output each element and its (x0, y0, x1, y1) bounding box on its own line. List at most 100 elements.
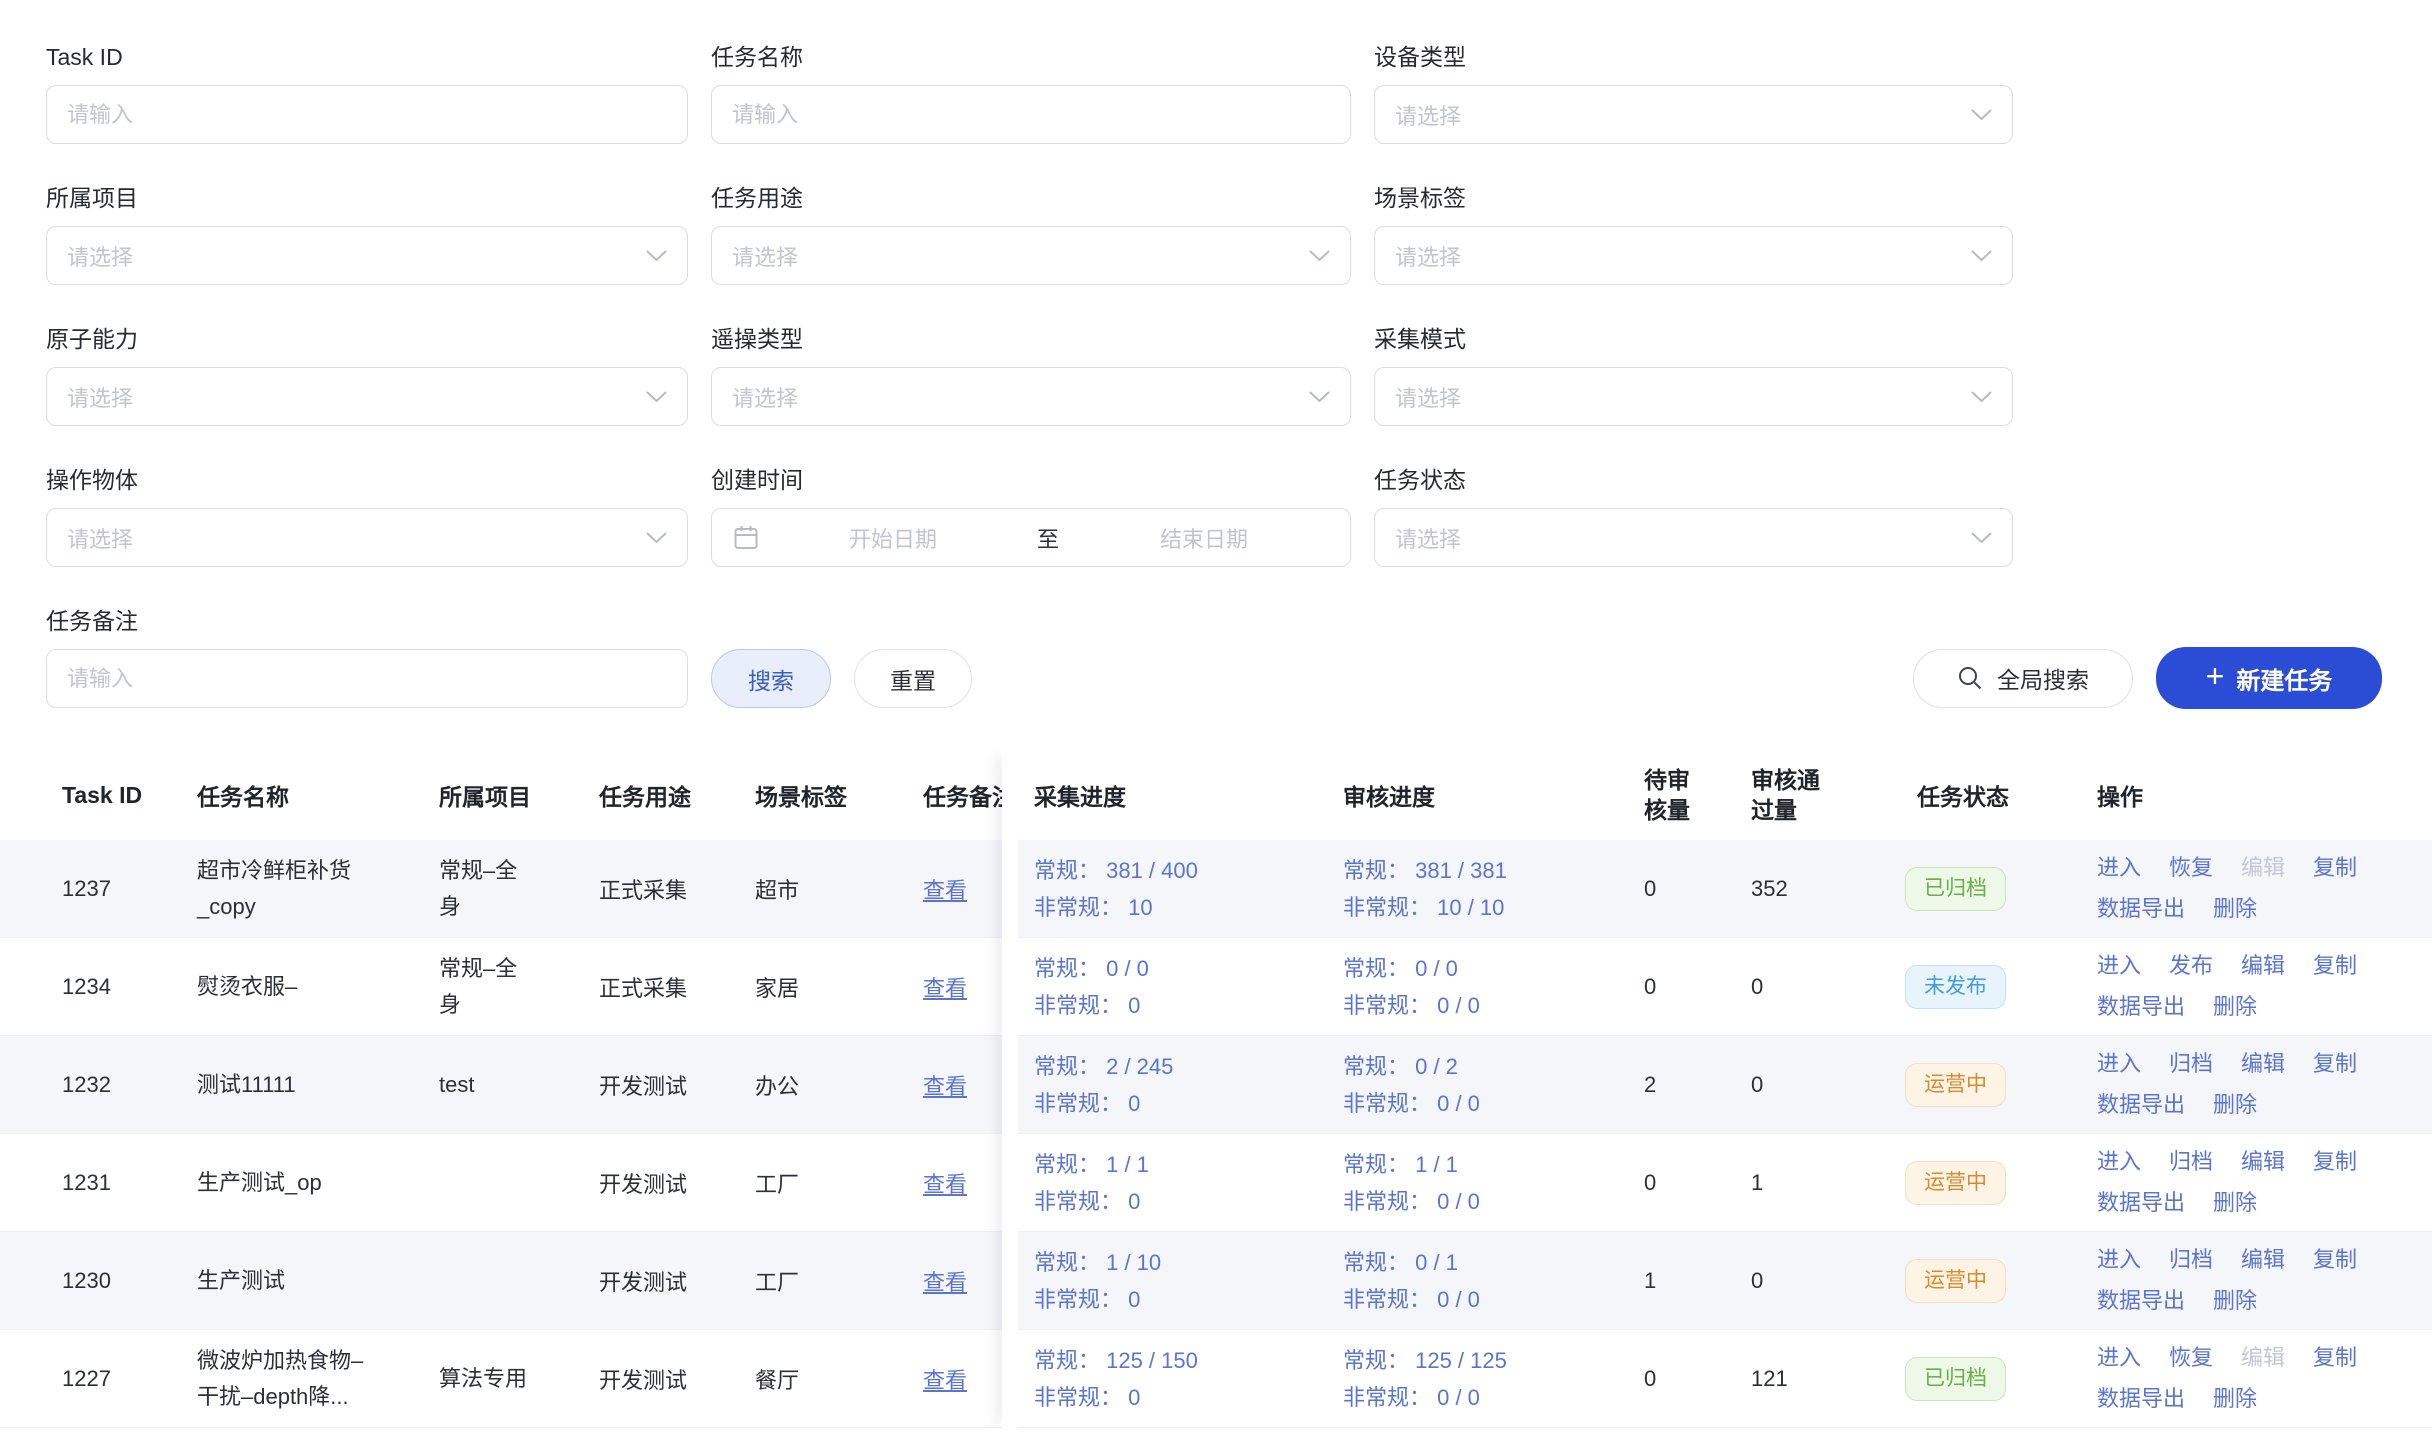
op-export-link[interactable]: 数据导出 (2097, 1380, 2185, 1418)
filter-field-collect-mode: 采集模式 请选择 (1374, 324, 2013, 426)
teleop-type-select[interactable]: 请选择 (711, 367, 1351, 426)
op-copy-link[interactable]: 复制 (2313, 947, 2357, 985)
op-delete-link[interactable]: 删除 (2213, 890, 2257, 928)
op-restore-link[interactable]: 恢复 (2169, 1339, 2213, 1377)
new-task-button[interactable]: + 新建任务 (2156, 647, 2382, 709)
op-copy-link[interactable]: 复制 (2313, 1143, 2357, 1181)
passed-count-cell: 352 (1751, 876, 1905, 902)
collect-progress-cell: 常规： 0 / 0 非常规： 0 (1020, 950, 1329, 1024)
atomic-ability-select[interactable]: 请选择 (46, 367, 688, 426)
op-publish-link[interactable]: 发布 (2169, 947, 2213, 985)
op-enter-link[interactable]: 进入 (2097, 1241, 2141, 1279)
search-button[interactable]: 搜索 (711, 649, 831, 708)
filter-label: 遥操类型 (711, 324, 1351, 354)
op-edit-link[interactable]: 编辑 (2241, 947, 2285, 985)
scene-tag-select[interactable]: 请选择 (1374, 226, 2013, 285)
operate-object-select[interactable]: 请选择 (46, 508, 688, 567)
op-enter-link[interactable]: 进入 (2097, 1339, 2141, 1377)
view-remark-link[interactable]: 查看 (923, 1270, 967, 1295)
op-delete-link[interactable]: 删除 (2213, 988, 2257, 1026)
op-archive-link[interactable]: 归档 (2169, 1241, 2213, 1279)
filter-field-task-remark: 任务备注 (46, 606, 688, 708)
task-id-cell: 1230 (62, 1268, 197, 1294)
op-export-link[interactable]: 数据导出 (2097, 1282, 2185, 1320)
pending-count-cell: 1 (1636, 1268, 1751, 1294)
task-id-input[interactable] (46, 85, 688, 144)
op-delete-link[interactable]: 删除 (2213, 1380, 2257, 1418)
op-edit-link[interactable]: 编辑 (2241, 1143, 2285, 1181)
op-archive-link[interactable]: 归档 (2169, 1143, 2213, 1181)
review-normal: 常规： 0 / 1 (1343, 1244, 1636, 1281)
header-purpose: 任务用途 (599, 778, 755, 812)
status-badge: 未发布 (1905, 965, 2006, 1009)
op-edit-link[interactable]: 编辑 (2241, 1241, 2285, 1279)
filter-label: 所属项目 (46, 183, 688, 213)
status-cell: 已归档 (1905, 1357, 2097, 1401)
task-name-text: 测试11111 (197, 1067, 377, 1103)
op-archive-link[interactable]: 归档 (2169, 1045, 2213, 1083)
select-placeholder: 请选择 (732, 240, 798, 272)
op-edit-link[interactable]: 编辑 (2241, 1339, 2285, 1377)
view-remark-link[interactable]: 查看 (923, 1368, 967, 1393)
op-enter-link[interactable]: 进入 (2097, 849, 2141, 887)
op-copy-link[interactable]: 复制 (2313, 1045, 2357, 1083)
op-enter-link[interactable]: 进入 (2097, 1045, 2141, 1083)
passed-count-cell: 0 (1751, 974, 1905, 1000)
filter-label: 创建时间 (711, 465, 1351, 495)
filter-field-atomic-ability: 原子能力 请选择 (46, 324, 688, 426)
reset-button[interactable]: 重置 (854, 649, 972, 708)
task-name-text: 熨烫衣服– (197, 969, 377, 1005)
op-edit-link[interactable]: 编辑 (2241, 849, 2285, 887)
review-normal: 常规： 381 / 381 (1343, 852, 1636, 889)
op-delete-link[interactable]: 删除 (2213, 1282, 2257, 1320)
op-copy-link[interactable]: 复制 (2313, 1339, 2357, 1377)
op-edit-link[interactable]: 编辑 (2241, 1045, 2285, 1083)
op-export-link[interactable]: 数据导出 (2097, 1086, 2185, 1124)
task-name-cell: 生产测试_op (197, 1165, 439, 1201)
task-name-input[interactable] (711, 85, 1351, 144)
filter-field-device-type: 设备类型 请选择 (1374, 42, 2013, 144)
collect-progress-cell: 常规： 381 / 400 非常规： 10 (1020, 852, 1329, 926)
review-normal: 常规： 0 / 2 (1343, 1048, 1636, 1085)
ops-cell: 进入 恢复 编辑 复制 数据导出 删除 (2097, 1339, 2432, 1418)
view-remark-link[interactable]: 查看 (923, 1074, 967, 1099)
view-remark-link[interactable]: 查看 (923, 976, 967, 1001)
view-remark-link[interactable]: 查看 (923, 1172, 967, 1197)
project-select[interactable]: 请选择 (46, 226, 688, 285)
view-remark-link[interactable]: 查看 (923, 878, 967, 903)
op-export-link[interactable]: 数据导出 (2097, 890, 2185, 928)
header-project: 所属项目 (439, 778, 599, 812)
collect-mode-select[interactable]: 请选择 (1374, 367, 2013, 426)
op-enter-link[interactable]: 进入 (2097, 1143, 2141, 1181)
purpose-select[interactable]: 请选择 (711, 226, 1351, 285)
op-delete-link[interactable]: 删除 (2213, 1184, 2257, 1222)
review-progress-cell: 常规： 125 / 125 非常规： 0 / 0 (1329, 1342, 1636, 1416)
op-restore-link[interactable]: 恢复 (2169, 849, 2213, 887)
task-name-cell: 超市冷鲜柜补货_copy (197, 853, 439, 925)
review-abnormal: 非常规： 0 / 0 (1343, 1183, 1636, 1220)
create-time-range-picker[interactable]: 开始日期 至 结束日期 (711, 508, 1351, 567)
filter-field-task-name: 任务名称 (711, 42, 1351, 144)
op-enter-link[interactable]: 进入 (2097, 947, 2141, 985)
collect-normal: 常规： 0 / 0 (1034, 950, 1329, 987)
pending-count-cell: 0 (1636, 876, 1751, 902)
collect-progress-cell: 常规： 1 / 10 非常规： 0 (1020, 1244, 1329, 1318)
op-copy-link[interactable]: 复制 (2313, 849, 2357, 887)
global-search-button[interactable]: 全局搜索 (1913, 649, 2133, 708)
op-export-link[interactable]: 数据导出 (2097, 988, 2185, 1026)
table-row: 1230 生产测试 开发测试 工厂 查看 常规： 1 / 10 非常规： 0 常… (0, 1232, 2432, 1330)
op-export-link[interactable]: 数据导出 (2097, 1184, 2185, 1222)
task-table: Task ID 任务名称 所属项目 任务用途 场景标签 任务备注 采集进度 审核… (0, 750, 2432, 1428)
device-type-select[interactable]: 请选择 (1374, 85, 2013, 144)
ops-cell: 进入 归档 编辑 复制 数据导出 删除 (2097, 1045, 2432, 1124)
collect-progress-cell: 常规： 1 / 1 非常规： 0 (1020, 1146, 1329, 1220)
chevron-down-icon (1309, 391, 1330, 403)
select-placeholder: 请选择 (732, 381, 798, 413)
collect-abnormal: 非常规： 0 (1034, 1379, 1329, 1416)
task-remark-input[interactable] (46, 649, 688, 708)
op-delete-link[interactable]: 删除 (2213, 1086, 2257, 1124)
op-copy-link[interactable]: 复制 (2313, 1241, 2357, 1279)
task-name-text: 超市冷鲜柜补货_copy (197, 853, 377, 925)
task-status-select[interactable]: 请选择 (1374, 508, 2013, 567)
select-placeholder: 请选择 (67, 522, 133, 554)
